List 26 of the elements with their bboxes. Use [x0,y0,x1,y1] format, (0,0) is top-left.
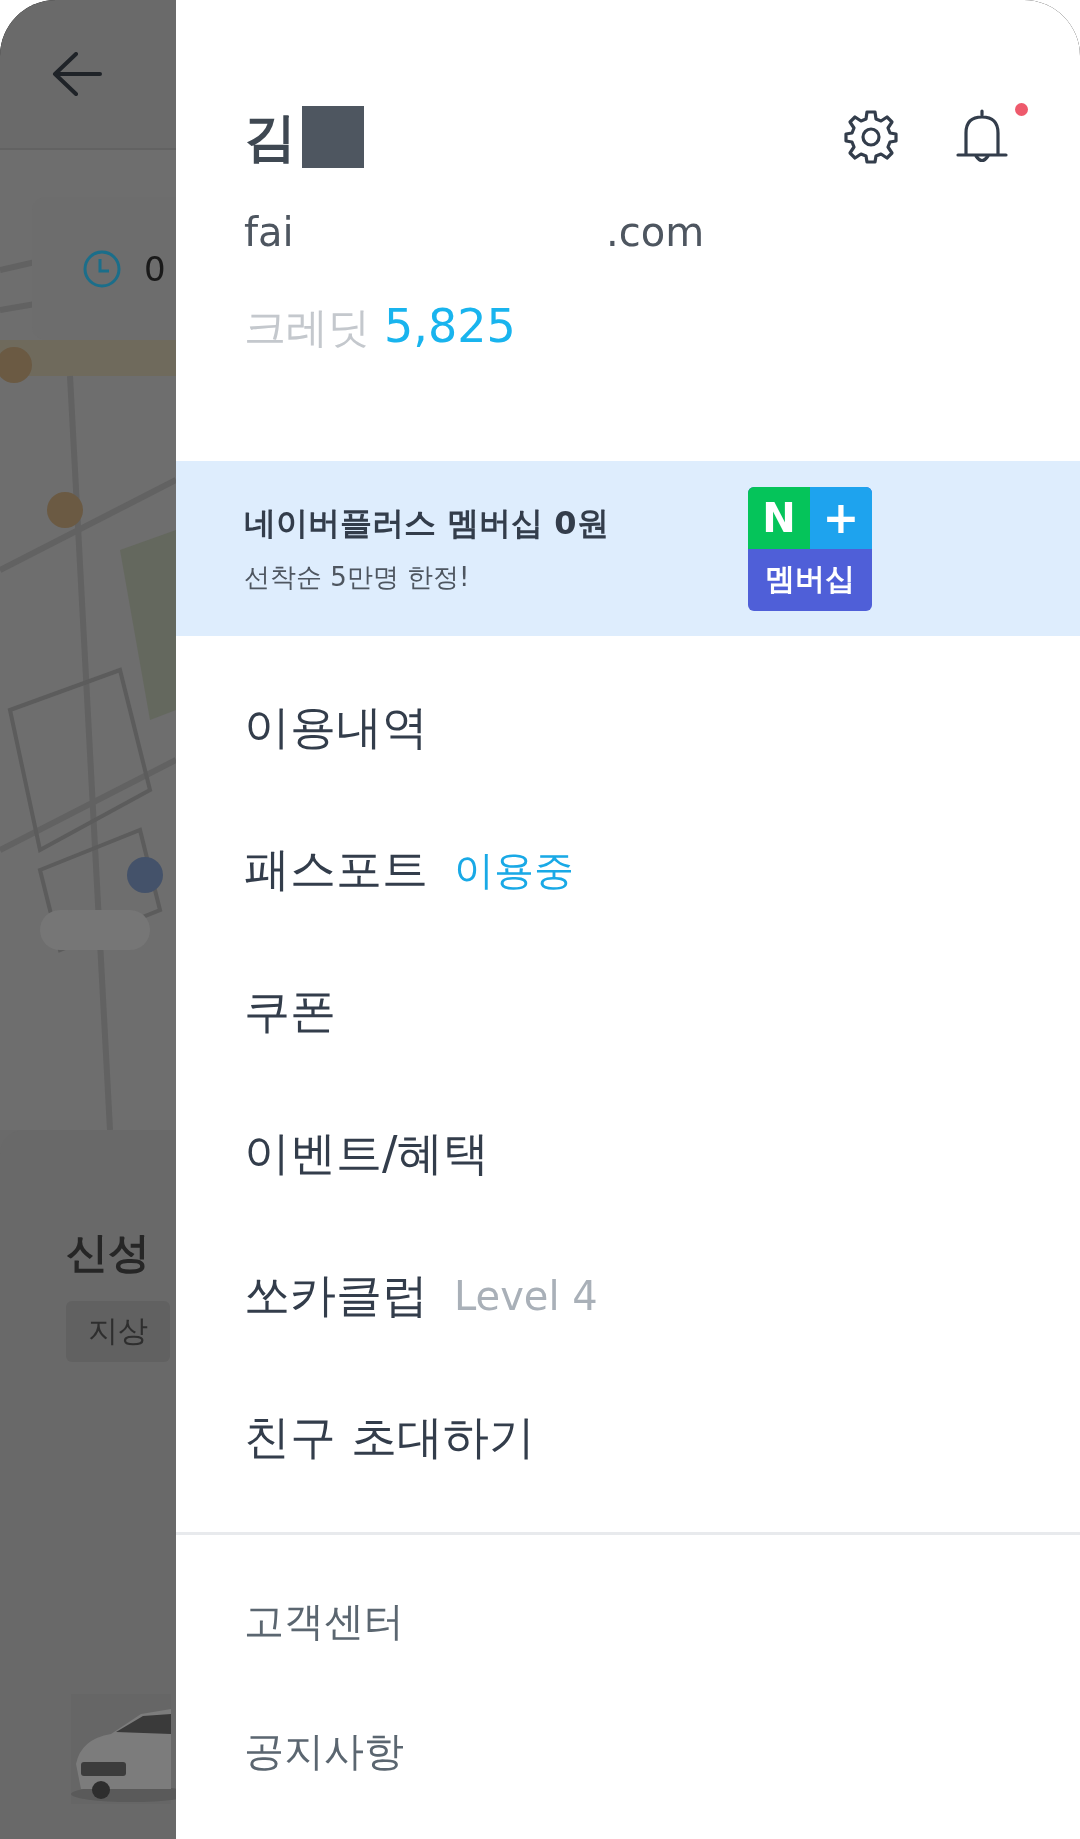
banner-title: 네이버플러스 멤버십 0원 [244,503,610,544]
membership-logo: N + 멤버십 [748,486,872,611]
menu-item[interactable]: 고객센터 [244,1593,404,1649]
settings-icon[interactable] [843,109,899,165]
menu-tag: 이용중 [454,842,574,898]
credit-value: 5,825 [384,299,516,353]
email-text: .com [606,209,705,255]
menu-tag: Level 4 [454,1273,598,1319]
time-text: 0 [144,248,166,289]
menu-item[interactable]: 쏘카클럽 [244,1265,428,1327]
user-name: 김 [244,111,296,163]
location-title: 신성 [66,1227,150,1279]
menu-item[interactable]: 패스포트 [244,839,428,901]
membership-banner[interactable]: 네이버플러스 멤버십 0원 선착순 5만명 한정! N + 멤버십 [176,461,1080,636]
credit-label: 크레딧 [244,302,370,354]
banner-subtitle: 선착순 5만명 한정! [244,561,471,594]
menu-item[interactable]: 이벤트/혜택 [244,1123,490,1185]
clock-icon [82,248,122,289]
redaction-block [302,106,364,168]
menu-item[interactable]: 이용내역 [244,697,428,759]
email-text: fai [244,209,295,255]
menu-item[interactable]: 공지사항 [244,1723,404,1779]
menu-item[interactable]: 친구 초대하기 [244,1407,535,1469]
menu-item[interactable]: 쿠폰 [244,981,336,1043]
back-arrow-icon[interactable] [52,52,102,96]
notification-bell-icon[interactable] [954,109,1010,165]
